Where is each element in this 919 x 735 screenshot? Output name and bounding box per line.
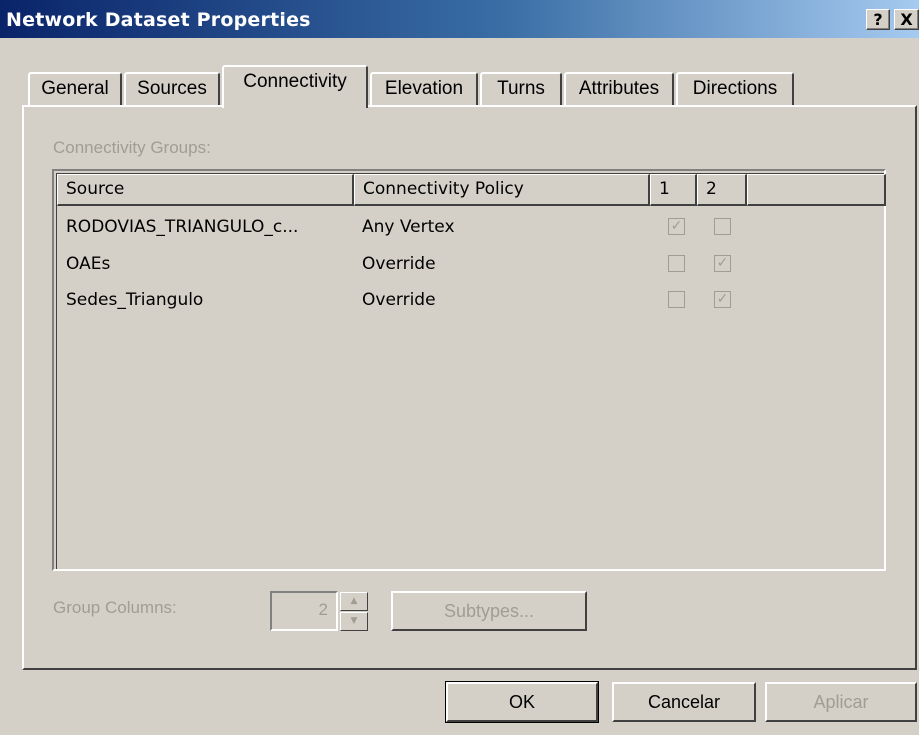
ok-button[interactable]: OK (445, 681, 599, 723)
apply-button[interactable]: Aplicar (765, 682, 917, 722)
row-source[interactable]: RODOVIAS_TRIANGULO_c... (66, 217, 298, 237)
tab-turns[interactable]: Turns (480, 72, 562, 106)
tab-connectivity[interactable]: Connectivity (222, 65, 368, 108)
column-header-empty[interactable] (747, 174, 886, 206)
group-2-checkbox[interactable]: ✓ (714, 255, 731, 272)
close-button[interactable]: X (894, 9, 919, 30)
cancel-button[interactable]: Cancelar (612, 682, 756, 722)
tab-attributes[interactable]: Attributes (564, 72, 674, 106)
group-1-checkbox[interactable] (668, 291, 685, 308)
group-1-checkbox[interactable] (668, 255, 685, 272)
connectivity-groups-label: Connectivity Groups: (53, 138, 211, 157)
column-header-source[interactable]: Source (57, 174, 354, 206)
group-columns-label: Group Columns: (53, 598, 177, 617)
help-button[interactable]: ? (866, 9, 890, 30)
column-header-group-2[interactable]: 2 (697, 174, 747, 206)
tab-sources[interactable]: Sources (124, 72, 220, 106)
tab-elevation[interactable]: Elevation (370, 72, 478, 106)
tab-directions[interactable]: Directions (676, 72, 794, 106)
tab-general[interactable]: General (28, 72, 122, 106)
row-source[interactable]: Sedes_Triangulo (66, 290, 203, 310)
spin-down-icon[interactable]: ▼ (340, 612, 368, 631)
connectivity-list[interactable]: Source Connectivity Policy 1 2 RODOVIAS_… (52, 169, 886, 571)
row-policy[interactable]: Any Vertex (362, 217, 455, 237)
spin-up-icon[interactable]: ▲ (340, 592, 368, 611)
row-policy[interactable]: Override (362, 290, 436, 310)
column-header-policy[interactable]: Connectivity Policy (354, 174, 650, 206)
window-title: Network Dataset Properties (6, 9, 311, 31)
group-columns-field[interactable]: 2 (270, 591, 338, 631)
row-source[interactable]: OAEs (66, 254, 110, 274)
subtypes-button[interactable]: Subtypes... (391, 591, 587, 631)
group-1-checkbox[interactable]: ✓ (668, 218, 685, 235)
column-header-group-1[interactable]: 1 (650, 174, 697, 206)
group-2-checkbox[interactable] (714, 218, 731, 235)
row-policy[interactable]: Override (362, 254, 436, 274)
title-bar[interactable]: Network Dataset Properties ? X (0, 0, 919, 38)
group-2-checkbox[interactable]: ✓ (714, 291, 731, 308)
